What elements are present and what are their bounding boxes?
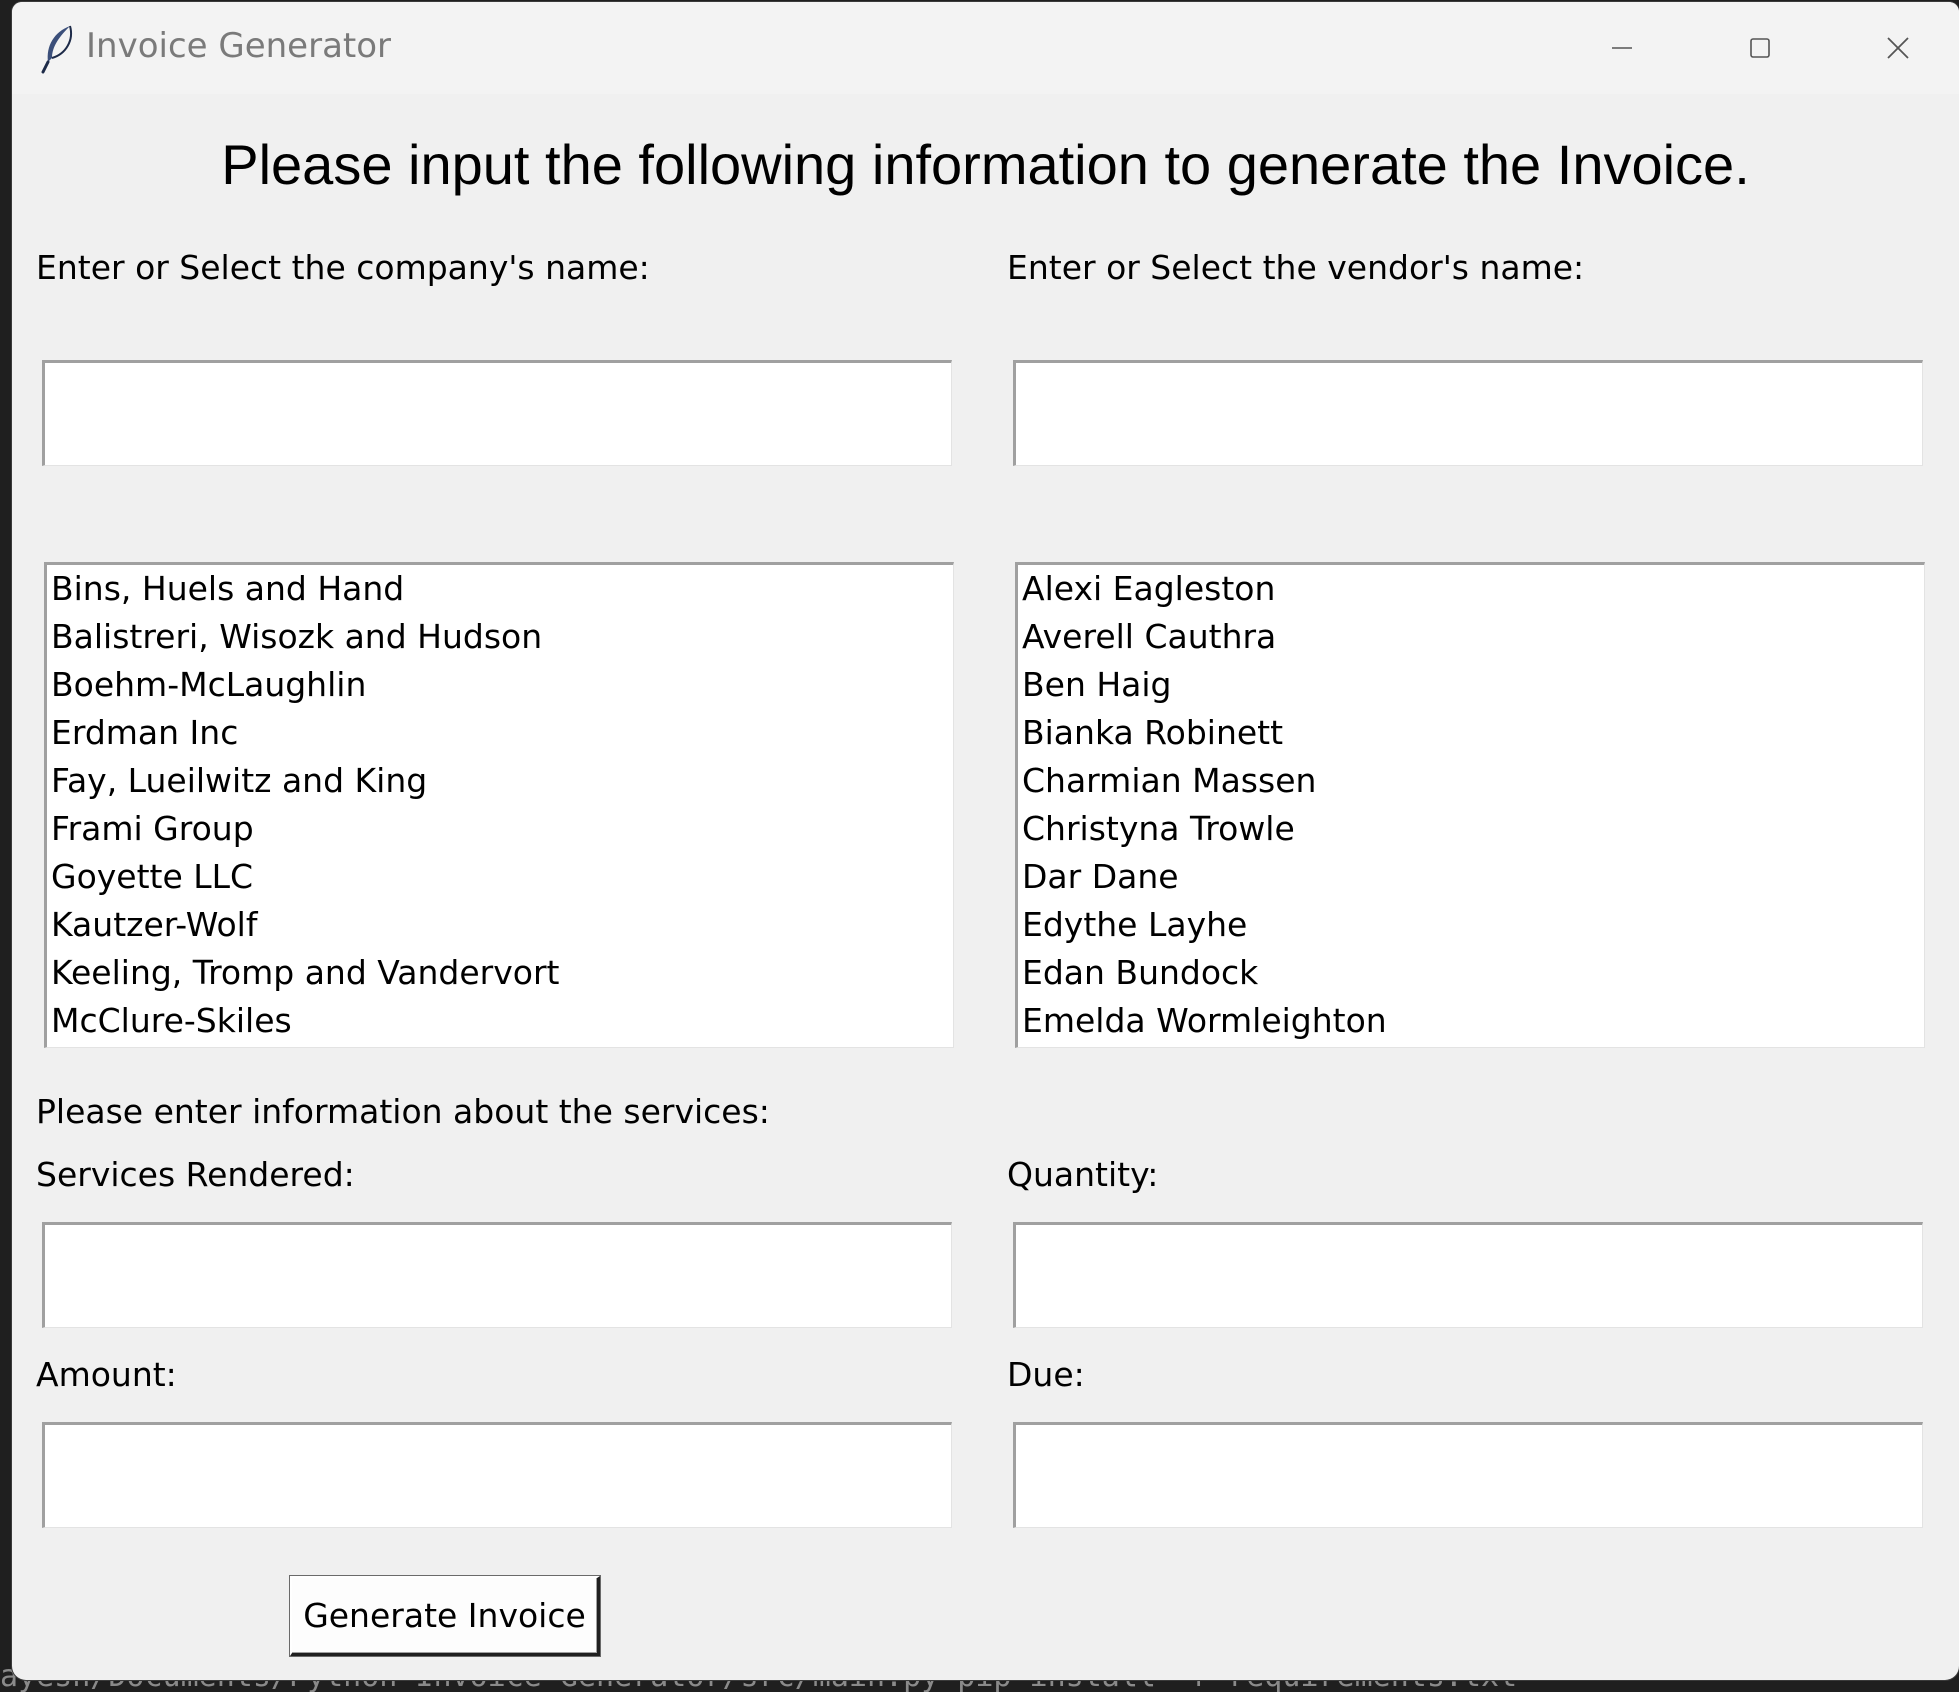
company-list-item[interactable]: McClure-Skiles xyxy=(47,997,953,1045)
invoice-generator-window: Invoice Generator Please input the follo… xyxy=(12,2,1959,1680)
company-list-item[interactable]: Balistreri, Wisozk and Hudson xyxy=(47,613,953,661)
amount-input[interactable] xyxy=(42,1422,952,1528)
page-heading: Please input the following information t… xyxy=(221,133,1750,196)
amount-label: Amount: xyxy=(36,1355,177,1394)
vendor-list-item[interactable]: Edan Bundock xyxy=(1018,949,1924,997)
feather-icon xyxy=(41,25,72,74)
vendor-list-item[interactable]: Dar Dane xyxy=(1018,853,1924,901)
quantity-input[interactable] xyxy=(1013,1222,1923,1328)
maximize-button[interactable] xyxy=(1695,2,1825,94)
minimize-button[interactable] xyxy=(1557,2,1687,94)
company-list-item[interactable]: Frami Group xyxy=(47,805,953,853)
company-list-item[interactable]: Bins, Huels and Hand xyxy=(47,565,953,613)
maximize-icon xyxy=(1750,38,1770,58)
minimize-icon xyxy=(1612,47,1632,49)
title-bar[interactable]: Invoice Generator xyxy=(12,2,1959,94)
window-title: Invoice Generator xyxy=(86,26,392,66)
company-list-item[interactable]: Boehm-McLaughlin xyxy=(47,661,953,709)
vendor-list-item[interactable]: Bianka Robinett xyxy=(1018,709,1924,757)
vendor-list-item[interactable]: Charmian Massen xyxy=(1018,757,1924,805)
vendor-label: Enter or Select the vendor's name: xyxy=(1007,248,1585,287)
vendor-list-item[interactable]: Emelda Wormleighton xyxy=(1018,997,1924,1045)
services-section-label: Please enter information about the servi… xyxy=(36,1092,770,1131)
company-label: Enter or Select the company's name: xyxy=(36,248,650,287)
company-list-item[interactable]: Erdman Inc xyxy=(47,709,953,757)
quantity-label: Quantity: xyxy=(1007,1155,1159,1194)
vendor-list-item[interactable]: Alexi Eagleston xyxy=(1018,565,1924,613)
company-list-item[interactable]: Goyette LLC xyxy=(47,853,953,901)
company-name-input[interactable] xyxy=(42,360,952,466)
services-rendered-input[interactable] xyxy=(42,1222,952,1328)
company-list-item[interactable]: Fay, Lueilwitz and King xyxy=(47,757,953,805)
close-button[interactable] xyxy=(1833,2,1959,94)
vendor-list-item[interactable]: Averell Cauthra xyxy=(1018,613,1924,661)
due-label: Due: xyxy=(1007,1355,1085,1394)
services-rendered-label: Services Rendered: xyxy=(36,1155,355,1194)
generate-invoice-button[interactable]: Generate Invoice xyxy=(290,1576,600,1656)
vendor-listbox[interactable]: Alexi Eagleston Averell Cauthra Ben Haig… xyxy=(1015,562,1925,1048)
vendor-list-item[interactable]: Christyna Trowle xyxy=(1018,805,1924,853)
close-icon xyxy=(1887,37,1909,59)
vendor-list-item[interactable]: Ben Haig xyxy=(1018,661,1924,709)
company-list-item[interactable]: Keeling, Tromp and Vandervort xyxy=(47,949,953,997)
vendor-list-item[interactable]: Edythe Layhe xyxy=(1018,901,1924,949)
vendor-name-input[interactable] xyxy=(1013,360,1923,466)
company-listbox[interactable]: Bins, Huels and Hand Balistreri, Wisozk … xyxy=(44,562,954,1048)
company-list-item[interactable]: Kautzer-Wolf xyxy=(47,901,953,949)
due-input[interactable] xyxy=(1013,1422,1923,1528)
